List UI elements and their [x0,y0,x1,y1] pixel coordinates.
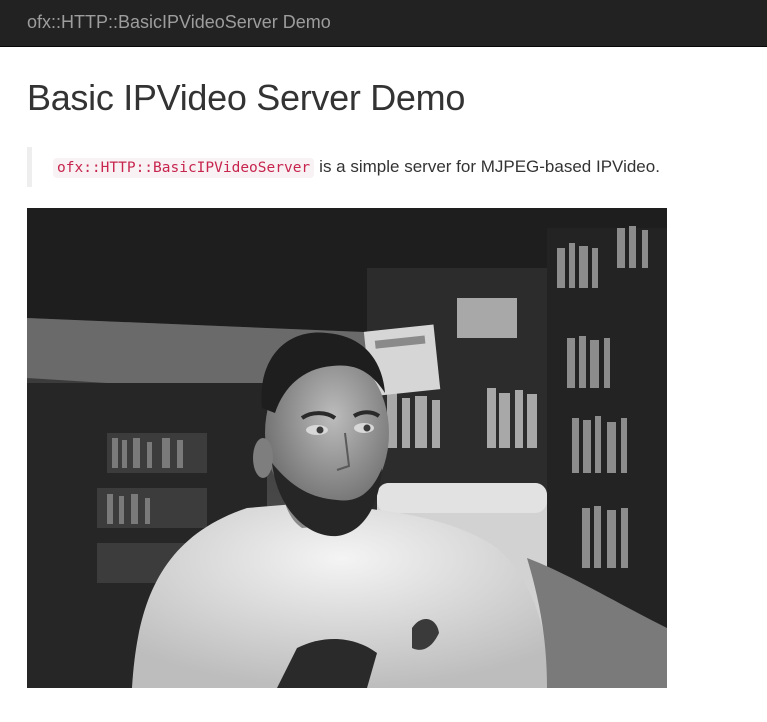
description-sentence: is a simple server for MJPEG-based IPVid… [319,156,660,176]
top-navbar: ofx::HTTP::BasicIPVideoServer Demo [0,0,767,47]
description-blockquote: ofx::HTTP::BasicIPVideoServer is a simple… [27,147,727,187]
class-name-code: ofx::HTTP::BasicIPVideoServer [53,157,315,178]
navbar-brand-link[interactable]: ofx::HTTP::BasicIPVideoServer Demo [27,12,331,32]
video-frame-image [27,208,667,688]
ip-video-stream [27,208,667,688]
description-text: ofx::HTTP::BasicIPVideoServer is a simple… [53,156,660,179]
page-title: Basic IPVideo Server Demo [27,77,466,118]
